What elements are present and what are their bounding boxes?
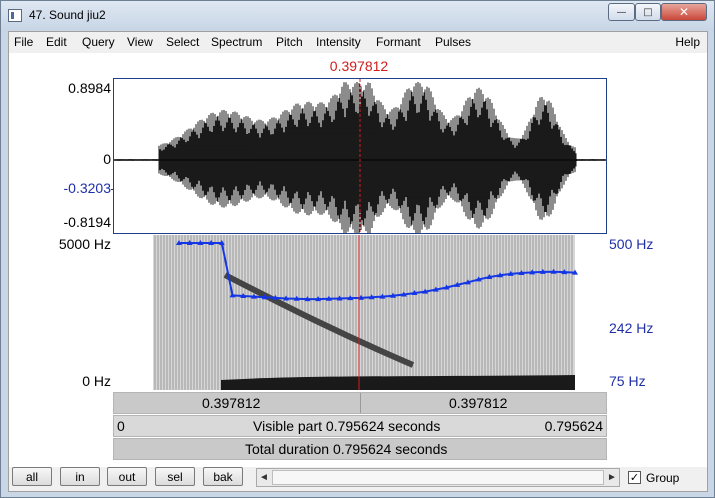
window-title: 47. Sound jiu2 bbox=[29, 8, 106, 22]
menu-select[interactable]: Select bbox=[166, 35, 199, 49]
menu-formant[interactable]: Formant bbox=[376, 35, 421, 49]
visible-end-time: 0.795624 bbox=[544, 418, 603, 434]
left-part-duration: 0.397812 bbox=[202, 395, 261, 411]
pitch-bottom-label: 75 Hz bbox=[609, 373, 646, 389]
menu-pulses[interactable]: Pulses bbox=[435, 35, 471, 49]
minimize-button[interactable]: — bbox=[608, 3, 635, 21]
total-duration-bar[interactable]: Total duration 0.795624 seconds bbox=[113, 438, 607, 460]
time-scrollbar[interactable]: ◄ ► bbox=[256, 468, 620, 487]
pitch-cursor-label: 242 Hz bbox=[609, 320, 654, 336]
cursor-time-bar[interactable]: 0.397812 0.397812 bbox=[113, 392, 607, 414]
waveform-min-label: -0.8194 bbox=[63, 214, 111, 230]
title-bar[interactable]: 47. Sound jiu2 — □ ✕ bbox=[1, 1, 714, 31]
visible-part-text: Visible part 0.795624 seconds bbox=[253, 418, 441, 434]
menu-help[interactable]: Help bbox=[675, 35, 700, 49]
menu-view[interactable]: View bbox=[127, 35, 153, 49]
right-part-duration: 0.397812 bbox=[449, 395, 508, 411]
close-button[interactable]: ✕ bbox=[661, 3, 707, 21]
waveform-cursor-value-label: -0.3203 bbox=[63, 180, 111, 196]
waveform-zero-label: 0 bbox=[103, 151, 111, 167]
waveform-plot bbox=[113, 79, 606, 235]
app-icon bbox=[8, 9, 22, 22]
spectrogram-top-freq-label: 5000 Hz bbox=[58, 236, 111, 252]
app-window: 47. Sound jiu2 — □ ✕ File Edit Query Vie… bbox=[0, 0, 715, 498]
scroll-left-arrow-icon[interactable]: ◄ bbox=[257, 469, 271, 486]
scroll-thumb[interactable] bbox=[272, 470, 604, 485]
spectrogram-bottom-freq-label: 0 Hz bbox=[82, 373, 111, 389]
total-duration-text: Total duration 0.795624 seconds bbox=[245, 441, 448, 457]
editor-client-area: File Edit Query View Select Spectrum Pit… bbox=[8, 31, 708, 492]
spectrogram-panel[interactable] bbox=[113, 235, 607, 390]
pitch-top-label: 500 Hz bbox=[609, 236, 654, 252]
waveform-max-label: 0.8984 bbox=[68, 80, 111, 96]
menu-file[interactable]: File bbox=[14, 35, 33, 49]
visible-start-time: 0 bbox=[117, 418, 125, 434]
menu-bar: File Edit Query View Select Spectrum Pit… bbox=[9, 32, 707, 52]
zoom-in-button[interactable]: in bbox=[60, 467, 100, 486]
zoom-all-button[interactable]: all bbox=[12, 467, 52, 486]
cursor-time-label: 0.397812 bbox=[329, 58, 389, 74]
visible-part-bar[interactable]: 0 Visible part 0.795624 seconds 0.795624 bbox=[113, 415, 607, 437]
scroll-right-arrow-icon[interactable]: ► bbox=[605, 469, 619, 486]
group-label: Group bbox=[646, 471, 680, 485]
waveform-panel[interactable] bbox=[113, 78, 607, 235]
spectrogram-plot bbox=[153, 235, 578, 390]
bottom-toolbar: all in out sel bak ◄ ► ✓ Group bbox=[9, 467, 707, 491]
zoom-out-button[interactable]: out bbox=[107, 467, 147, 486]
menu-pitch[interactable]: Pitch bbox=[276, 35, 303, 49]
zoom-selection-button[interactable]: sel bbox=[155, 467, 195, 486]
menu-intensity[interactable]: Intensity bbox=[316, 35, 361, 49]
menu-query[interactable]: Query bbox=[82, 35, 115, 49]
menu-edit[interactable]: Edit bbox=[46, 35, 67, 49]
maximize-button[interactable]: □ bbox=[635, 3, 661, 21]
group-checkbox[interactable]: ✓ bbox=[628, 471, 641, 484]
cursor-divider bbox=[360, 393, 361, 413]
menu-spectrum[interactable]: Spectrum bbox=[211, 35, 262, 49]
sound-editor-canvas[interactable]: 0.397812 0.8984 0 -0.3203 -0.8194 5000 H… bbox=[9, 53, 707, 467]
zoom-back-button[interactable]: bak bbox=[203, 467, 243, 486]
